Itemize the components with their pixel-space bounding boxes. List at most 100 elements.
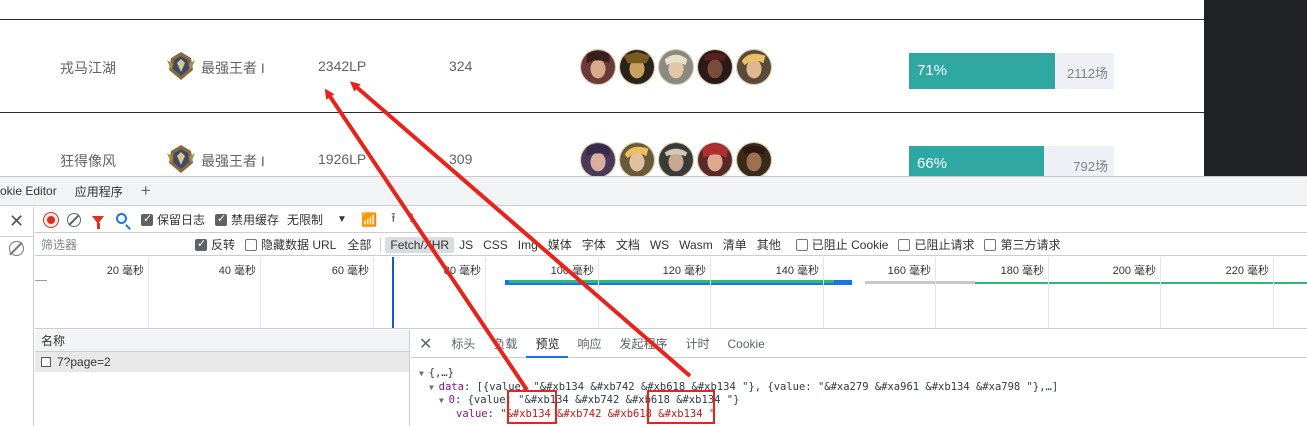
add-tab-icon[interactable]: + <box>132 181 160 201</box>
type-filter-other[interactable]: 其他 <box>752 235 786 254</box>
blocked-requests-checkbox[interactable] <box>898 238 911 251</box>
win-rate-percent: 71% <box>917 62 948 79</box>
ranking-row[interactable]: 戎马江湖 最强王者 I 2342LP 324 71% 2112场 <box>0 20 1204 112</box>
type-filter-wasm[interactable]: Wasm <box>674 237 718 253</box>
tab-headers[interactable]: 标头 <box>442 330 484 358</box>
close-icon[interactable]: ✕ <box>9 211 24 232</box>
type-filter-js[interactable]: JS <box>454 237 478 253</box>
timeline-tick-label: 140 毫秒 <box>775 265 819 277</box>
type-filter-all[interactable]: 全部 <box>342 235 376 254</box>
top-champions <box>580 142 772 176</box>
tab-response[interactable]: 响应 <box>568 330 610 358</box>
filter-input[interactable]: 筛选器 <box>35 236 185 254</box>
request-row[interactable]: 7?page=2 <box>35 352 409 372</box>
champion-portrait-icon[interactable] <box>580 142 616 176</box>
download-icon[interactable]: ⭳ <box>410 209 415 231</box>
request-list: 名称 7?page=2 <box>35 330 410 426</box>
devtools-tab-bar: okie Editor 应用程序 + <box>0 177 1307 206</box>
champion-portrait-icon[interactable] <box>580 49 616 85</box>
drawer-side-rail: ✕ <box>0 207 34 426</box>
ranking-row[interactable]: 狂得像风 最强王者 I 1926LP 309 66% 792场 <box>0 113 1204 176</box>
champion-portrait-icon[interactable] <box>697 49 733 85</box>
caret-down-icon: ▼ <box>337 214 347 225</box>
champion-portrait-icon[interactable] <box>697 142 733 176</box>
champion-portrait-icon[interactable] <box>619 49 655 85</box>
rank-label: 最强王者 I <box>201 153 265 169</box>
tab-cookie-editor[interactable]: okie Editor <box>0 184 66 198</box>
blocked-requests-label: 已阻止请求 <box>914 238 975 252</box>
timeline-gridline <box>823 257 824 328</box>
type-filter-ws[interactable]: WS <box>645 237 674 253</box>
league-points: 1926LP <box>318 151 367 167</box>
type-filter-css[interactable]: CSS <box>478 237 513 253</box>
no-entry-icon[interactable] <box>9 241 24 256</box>
preserve-log-checkbox[interactable] <box>141 212 153 226</box>
win-count: 309 <box>449 151 473 167</box>
timeline-gridline <box>1160 257 1161 328</box>
disable-cache-checkbox[interactable] <box>215 212 228 226</box>
timeline-gridline <box>148 257 149 328</box>
champion-portrait-icon[interactable] <box>658 49 694 85</box>
type-filter-media[interactable]: 媒体 <box>543 235 577 254</box>
tab-payload[interactable]: 负载 <box>484 330 526 358</box>
timeline-tick-label: 60 毫秒 <box>331 265 369 277</box>
third-party-checkbox[interactable] <box>984 238 997 251</box>
wifi-settings-icon[interactable]: 📶 <box>361 212 377 228</box>
filter-bar: 筛选器 反转 隐藏数据 URL 全部 Fetch/XHR JS CSS Img … <box>35 234 1307 256</box>
tab-cookies[interactable]: Cookie <box>719 330 774 358</box>
network-overview-timeline[interactable]: 20 毫秒 40 毫秒 60 毫秒 80 毫秒 100 毫秒 120 毫秒 140 毫秒 16… <box>35 257 1307 329</box>
hide-data-urls-checkbox[interactable] <box>245 238 258 251</box>
tab-initiator[interactable]: 发起程序 <box>610 330 676 358</box>
player-name[interactable]: 戎马江湖 <box>60 58 116 78</box>
timeline-gridline <box>935 257 936 328</box>
detail-tab-bar: ✕ 标头 负载 预览 响应 发起程序 计时 Cookie <box>411 330 1307 358</box>
search-icon[interactable] <box>115 212 131 228</box>
champion-portrait-icon[interactable] <box>736 49 772 85</box>
preview-line[interactable]: ▼ {,…} <box>419 367 1307 381</box>
devtools-panel: okie Editor 应用程序 + ✕ 保留日志 禁用缓存 无限制 ▼ 📶 ⭱… <box>0 176 1307 426</box>
preview-root: {,…} <box>428 367 454 379</box>
document-icon <box>41 357 51 367</box>
timeline-gridline <box>260 257 261 328</box>
close-icon[interactable]: ✕ <box>419 334 432 354</box>
type-filter-doc[interactable]: 文档 <box>611 235 645 254</box>
tab-application[interactable]: 应用程序 <box>66 183 132 200</box>
top-champions <box>580 49 772 85</box>
champion-portrait-icon[interactable] <box>619 142 655 176</box>
throttle-value: 无限制 <box>287 213 324 227</box>
champion-portrait-icon[interactable] <box>736 142 772 176</box>
timeline-gridline <box>1048 257 1049 328</box>
blocked-cookies-checkbox[interactable] <box>795 238 808 251</box>
clear-log-icon[interactable] <box>67 212 81 227</box>
expand-triangle-icon[interactable]: ▼ <box>429 383 439 392</box>
type-filter-fetch-xhr[interactable]: Fetch/XHR <box>385 236 455 253</box>
waterfall-bar <box>509 280 834 283</box>
dark-side-panel <box>1204 0 1307 176</box>
upload-icon[interactable]: ⭱ <box>391 209 396 231</box>
champion-portrait-icon[interactable] <box>658 142 694 176</box>
third-party-label: 第三方请求 <box>1000 238 1061 252</box>
games-played: 2112场 <box>1067 66 1108 81</box>
player-name[interactable]: 狂得像风 <box>60 151 116 171</box>
invert-checkbox[interactable] <box>195 237 207 251</box>
league-points: 2342LP <box>318 58 367 74</box>
tab-preview[interactable]: 预览 <box>526 330 569 358</box>
disable-cache-label: 禁用缓存 <box>231 213 280 227</box>
timeline-gridline <box>710 257 711 328</box>
blocked-cookies-label: 已阻止 Cookie <box>811 238 889 252</box>
record-icon[interactable] <box>44 212 58 227</box>
throttle-select[interactable]: 无限制 ▼ <box>287 211 347 228</box>
type-filter-img[interactable]: Img <box>513 237 543 253</box>
type-filter-manifest[interactable]: 清单 <box>718 235 752 254</box>
expand-triangle-icon[interactable]: ▼ <box>439 396 449 405</box>
column-header-name[interactable]: 名称 <box>35 330 409 352</box>
expand-triangle-icon[interactable]: ▼ <box>419 369 429 378</box>
filter-icon[interactable] <box>90 212 106 229</box>
tab-timing[interactable]: 计时 <box>676 330 718 358</box>
request-name[interactable]: 7?page=2 <box>57 352 111 372</box>
dom-content-loaded-marker <box>392 257 394 328</box>
timeline-tick-label: 120 毫秒 <box>662 265 706 277</box>
win-count: 324 <box>449 58 473 74</box>
waterfall-bar <box>35 280 47 281</box>
type-filter-font[interactable]: 字体 <box>577 235 611 254</box>
